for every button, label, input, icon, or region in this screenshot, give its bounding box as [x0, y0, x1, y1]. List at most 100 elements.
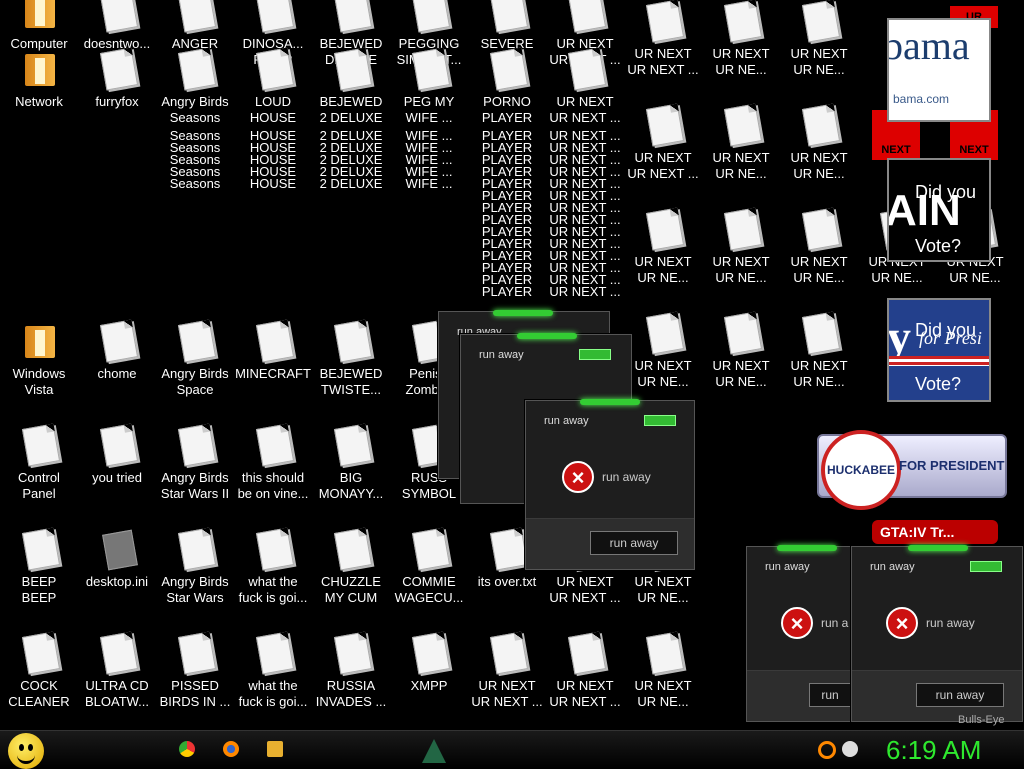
- desktop-icon[interactable]: UR NEXT UR NEXT ...: [624, 103, 702, 182]
- desktop-icon[interactable]: Windows Vista: [0, 320, 78, 398]
- desktop-icon[interactable]: PEG MY WIFE ...: [390, 47, 468, 126]
- dialog-message: run away: [602, 470, 651, 484]
- desktop-icon[interactable]: this should be on vine...: [234, 423, 312, 502]
- desktop-icon-label: BEJEWED 2 DELUXE: [319, 94, 383, 125]
- run-away-button[interactable]: run: [809, 683, 851, 707]
- dialog-status-bar: [644, 415, 676, 426]
- settings-file-icon: [97, 528, 138, 571]
- desktop-icon[interactable]: furryfox: [78, 47, 156, 110]
- desktop-icon[interactable]: UR NEXT UR NEXT ...: [624, 0, 702, 78]
- desktop-icon[interactable]: Control Panel: [0, 423, 78, 502]
- desktop-icon[interactable]: UR NEXT UR NE...: [780, 103, 858, 182]
- desktop-icon-label: PISSED BIRDS IN ...: [159, 678, 231, 709]
- document-icon: [331, 319, 373, 363]
- stacked-label: Seasons: [169, 176, 221, 191]
- explorer-folder-icon[interactable]: [267, 741, 283, 757]
- desktop-icon[interactable]: Computer: [0, 0, 78, 52]
- desktop-icon[interactable]: UR NEXT UR NE...: [624, 631, 702, 710]
- desktop-icon[interactable]: PORNO PLAYER: [468, 47, 546, 126]
- desktop-icon[interactable]: desktop.ini: [78, 528, 156, 590]
- desktop-icon-label: UR NEXT UR NEXT ...: [471, 678, 543, 709]
- chrome-icon[interactable]: [179, 741, 195, 757]
- desktop-icon[interactable]: you tried: [78, 423, 156, 486]
- document-icon: [19, 423, 61, 467]
- desktop-icon-label: UR NEXT UR NE...: [790, 46, 848, 77]
- desktop-icon-label: BEJEWED TWISTE...: [319, 366, 383, 397]
- desktop-icon[interactable]: Angry Birds Star Wars II: [156, 423, 234, 502]
- desktop-icon[interactable]: UR NEXT UR NEXT ...: [546, 631, 624, 710]
- desktop-icon[interactable]: UR NEXT UR NE...: [780, 311, 858, 390]
- document-icon: [487, 47, 529, 91]
- desktop-icon[interactable]: UR NEXT UR NE...: [624, 311, 702, 390]
- desktop-icon[interactable]: UR NEXT UR NE...: [702, 0, 780, 78]
- desktop-icon[interactable]: BEEP BEEP: [0, 527, 78, 606]
- smiley-eye: [28, 744, 33, 751]
- desktop-icon[interactable]: Angry Birds Space: [156, 319, 234, 398]
- desktop-icon-label: Control Panel: [18, 470, 60, 501]
- desktop-icon[interactable]: UR NEXT UR NE...: [780, 207, 858, 286]
- desktop-icon[interactable]: UR NEXT UR NE...: [702, 207, 780, 286]
- taskbar-clock[interactable]: 6:19 AM: [886, 735, 981, 766]
- center-logo-icon[interactable]: [422, 739, 446, 763]
- run-away-dialog[interactable]: run away × run a run: [746, 545, 852, 722]
- dialog-footer: run away: [526, 518, 694, 569]
- desktop-icon[interactable]: UR NEXT UR NE...: [702, 103, 780, 182]
- desktop-icon[interactable]: XMPP: [390, 631, 468, 694]
- desktop-icon[interactable]: RUSSIA INVADES ...: [312, 631, 390, 710]
- document-icon: [331, 47, 373, 91]
- desktop-icon-label: MINECRAFT: [235, 366, 311, 381]
- desktop-icon[interactable]: what the fuck is goi...: [234, 631, 312, 710]
- desktop-icon-label: you tried: [92, 470, 142, 485]
- desktop-icon[interactable]: what the fuck is goi...: [234, 527, 312, 606]
- desktop-icon-label: UR NEXT UR NEXT ...: [627, 46, 699, 77]
- desktop-icon[interactable]: PISSED BIRDS IN ...: [156, 631, 234, 710]
- desktop-icon[interactable]: COMMIE WAGECU...: [390, 527, 468, 606]
- desktop-icon[interactable]: MINECRAFT: [234, 319, 312, 382]
- desktop-icon-label: UR NEXT UR NE...: [634, 358, 692, 389]
- desktop-icon-label: furryfox: [95, 94, 139, 109]
- document-icon: [253, 631, 295, 675]
- minus-circle-icon[interactable]: [842, 741, 858, 757]
- desktop-icon-label: UR NEXT UR NE...: [634, 254, 692, 285]
- start-button-smiley-icon[interactable]: [8, 733, 44, 769]
- document-icon: [175, 423, 217, 467]
- search-icon[interactable]: [818, 741, 836, 759]
- error-icon: ×: [781, 607, 813, 639]
- desktop-icon[interactable]: BEJEWED TWISTE...: [312, 319, 390, 398]
- desktop-icon[interactable]: UR NEXT UR NEXT ...: [468, 631, 546, 710]
- desktop-icon[interactable]: UR NEXT UR NE...: [702, 311, 780, 390]
- vote2-line2: Vote?: [915, 374, 962, 394]
- document-icon: [331, 0, 373, 33]
- desktop-icon[interactable]: Angry Birds Star Wars: [156, 527, 234, 606]
- run-away-button[interactable]: run away: [590, 531, 678, 555]
- desktop-icon[interactable]: ULTRA CD BLOATW...: [78, 631, 156, 710]
- desktop-icon-label: Angry Birds Star Wars II: [160, 470, 230, 501]
- desktop-icon[interactable]: Angry Birds Seasons: [156, 47, 234, 126]
- run-away-dialog[interactable]: run away × run away run away: [851, 545, 1023, 722]
- dialog-glow: [580, 399, 640, 405]
- document-icon: [253, 47, 295, 91]
- bulls-eye-label[interactable]: Bulls-Eye: [958, 714, 1004, 726]
- desktop-icon[interactable]: CHUZZLE MY CUM: [312, 527, 390, 606]
- desktop-icon[interactable]: chome: [78, 319, 156, 382]
- document-icon: [253, 423, 295, 467]
- desktop-icon[interactable]: doesntwo...: [78, 0, 156, 52]
- desktop-icon[interactable]: Network: [0, 48, 78, 110]
- document-icon: [565, 631, 607, 675]
- desktop-icon-label: COCK CLEANER: [8, 678, 70, 709]
- dialog-status-bar: [579, 349, 611, 360]
- desktop-icon[interactable]: LOUD HOUSE: [234, 47, 312, 126]
- desktop-icon[interactable]: UR NEXT UR NE...: [780, 0, 858, 78]
- folder-icon: [19, 48, 59, 88]
- desktop-icon[interactable]: BEJEWED 2 DELUXE: [312, 47, 390, 126]
- huckabee-banner: HUCKABEE FOR PRESIDENT: [817, 430, 1007, 510]
- firefox-icon[interactable]: [223, 741, 239, 757]
- desktop-icon-label: ULTRA CD BLOATW...: [84, 678, 150, 709]
- stacked-label: UR NEXT ...: [549, 284, 621, 299]
- desktop-icon[interactable]: BIG MONAYY...: [312, 423, 390, 502]
- run-away-button[interactable]: run away: [916, 683, 1004, 707]
- desktop-icon[interactable]: COCK CLEANER: [0, 631, 78, 710]
- desktop-icon[interactable]: UR NEXT UR NEXT ...: [546, 47, 624, 126]
- desktop-icon[interactable]: UR NEXT UR NE...: [624, 207, 702, 286]
- run-away-dialog[interactable]: run away × run away run away: [525, 399, 695, 570]
